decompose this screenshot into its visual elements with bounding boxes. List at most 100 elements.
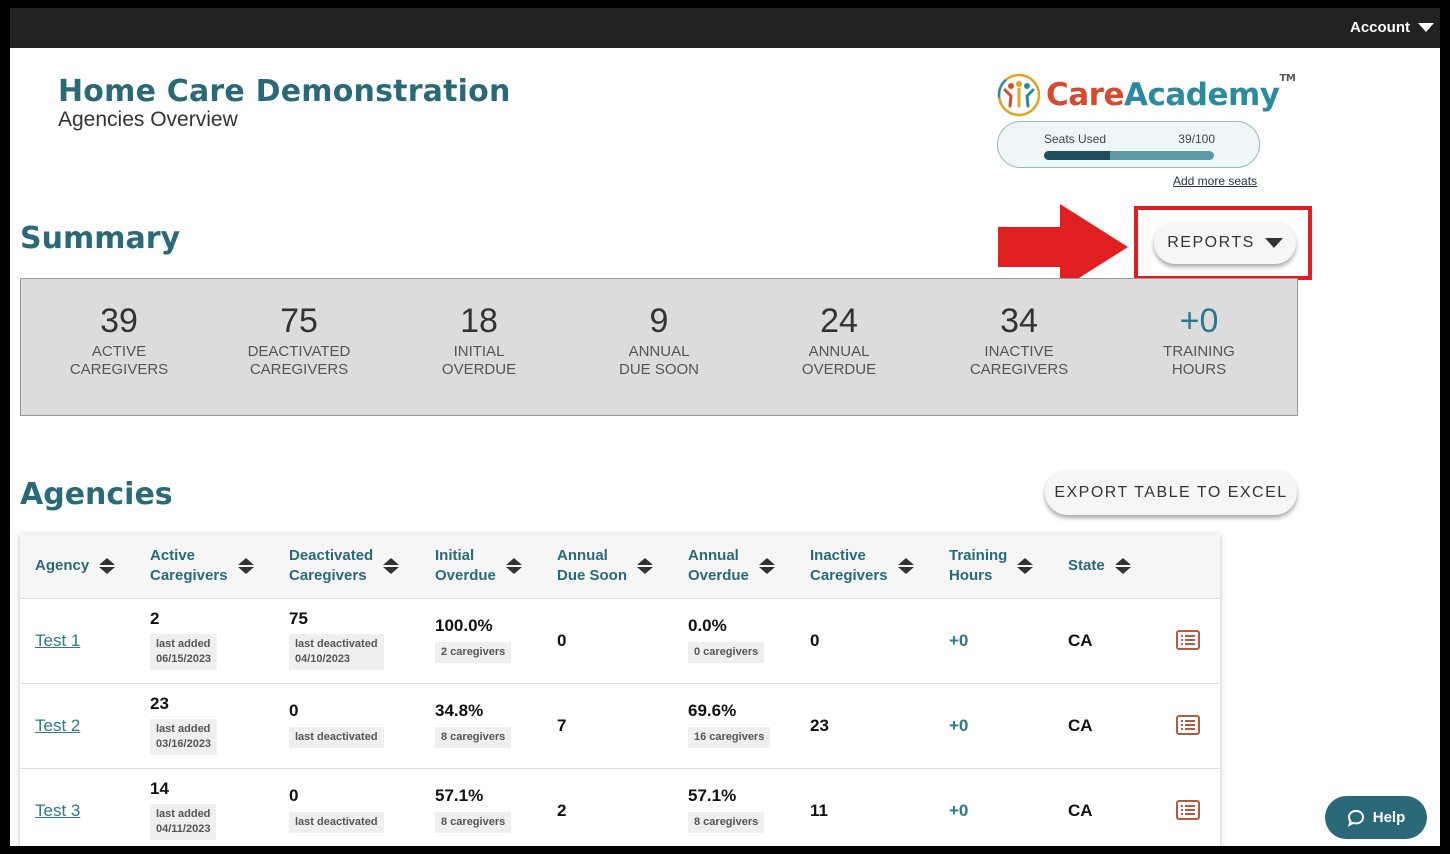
column-label: State bbox=[1068, 557, 1105, 574]
stat-label: ACTIVE CAREGIVERS bbox=[29, 343, 209, 379]
inactive-caregivers-value: 0 bbox=[810, 631, 820, 650]
agency-report-icon[interactable] bbox=[1176, 630, 1200, 650]
column-header-agency[interactable]: Agency bbox=[35, 534, 116, 598]
initial-overdue-cell: 57.1% 8 caregivers bbox=[435, 786, 512, 833]
column-header-deactivated-caregivers[interactable]: Deactivated Caregivers bbox=[289, 534, 400, 598]
caret-down-icon bbox=[1418, 23, 1434, 32]
stat-value: 24 bbox=[820, 302, 858, 340]
column-header-training-hours[interactable]: Training Hours bbox=[949, 534, 1034, 598]
stat-label-line2: CAREGIVERS bbox=[969, 361, 1069, 378]
deactivated-count: 0 bbox=[289, 786, 299, 805]
sort-icon bbox=[99, 558, 116, 574]
column-header-initial-overdue[interactable]: Initial Overdue bbox=[435, 534, 522, 598]
account-menu[interactable]: Account bbox=[1350, 19, 1434, 36]
stat-annual-due-soon: 9 ANNUAL DUE SOON bbox=[569, 279, 749, 415]
sort-icon bbox=[897, 558, 914, 574]
sort-icon bbox=[758, 558, 775, 574]
seats-progress-bar bbox=[1044, 151, 1214, 160]
caregivers-count-chip: 8 caregivers bbox=[688, 812, 765, 833]
agency-report-icon[interactable] bbox=[1176, 800, 1200, 820]
caregivers-count-chip: 0 caregivers bbox=[688, 642, 765, 663]
annual-overdue-percent: 0.0% bbox=[688, 616, 727, 635]
agencies-heading: Agencies bbox=[20, 477, 173, 512]
table-row: Test 2 23 last added 03/16/2023 0 last de… bbox=[20, 683, 1220, 768]
stat-label-line1: DEACTIVATED bbox=[247, 343, 351, 360]
help-button[interactable]: Help bbox=[1325, 796, 1427, 839]
stat-label: INACTIVE CAREGIVERS bbox=[929, 343, 1109, 379]
trademark-mark: TM bbox=[1279, 73, 1296, 84]
annual-due-soon-value: 2 bbox=[557, 801, 567, 820]
column-header-inactive-caregivers[interactable]: Inactive Caregivers bbox=[810, 534, 914, 598]
stat-label-line1: INITIAL bbox=[453, 343, 505, 360]
inactive-caregivers-value: 11 bbox=[810, 801, 828, 820]
stat-label-line1: ACTIVE bbox=[91, 343, 147, 360]
stat-value: 9 bbox=[649, 302, 669, 340]
stat-value: +0 bbox=[1179, 302, 1219, 340]
annual-due-soon-value: 0 bbox=[557, 631, 567, 650]
reports-label: REPORTS bbox=[1167, 234, 1255, 251]
reports-dropdown-button[interactable]: REPORTS bbox=[1154, 222, 1296, 264]
seats-used-label: Seats Used bbox=[1044, 132, 1107, 146]
stat-deactivated-caregivers: 75 DEACTIVATED CAREGIVERS bbox=[209, 279, 389, 415]
last-added-chip: last added 06/15/2023 bbox=[150, 634, 218, 670]
column-header-annual-due-soon[interactable]: Annual Due Soon bbox=[557, 534, 653, 598]
table-header: Agency Active Caregivers Deactivated Careg… bbox=[20, 534, 1220, 598]
brand-name-care: Care bbox=[1046, 77, 1124, 113]
app-window: Account Home Care Demonstration Agencies… bbox=[10, 8, 1440, 846]
stat-inactive-caregivers: 34 INACTIVE CAREGIVERS bbox=[929, 279, 1109, 415]
stat-label-line1: INACTIVE bbox=[984, 343, 1054, 360]
seats-used-value: 39/100 bbox=[1178, 132, 1215, 146]
stat-label-line1: ANNUAL bbox=[808, 343, 870, 360]
stat-label-line2: OVERDUE bbox=[801, 361, 877, 378]
last-deactivated-chip: last deactivated bbox=[289, 727, 384, 748]
chat-bubble-icon bbox=[1347, 809, 1364, 827]
sort-icon bbox=[637, 558, 653, 574]
column-label: Inactive Caregivers bbox=[810, 547, 888, 584]
stat-label: ANNUAL DUE SOON bbox=[569, 343, 749, 379]
column-label: Active Caregivers bbox=[150, 547, 228, 584]
sort-icon bbox=[1114, 558, 1131, 574]
initial-overdue-cell: 34.8% 8 caregivers bbox=[435, 701, 512, 748]
agency-link[interactable]: Test 1 bbox=[35, 631, 80, 651]
stat-annual-overdue: 24 ANNUAL OVERDUE bbox=[749, 279, 929, 415]
brand-name-academy: Academy bbox=[1123, 77, 1280, 113]
add-more-seats-link[interactable]: Add more seats bbox=[1173, 174, 1257, 188]
training-hours-value: +0 bbox=[949, 801, 969, 820]
agency-link[interactable]: Test 2 bbox=[35, 716, 80, 736]
care-academy-logo-icon bbox=[997, 73, 1041, 117]
export-table-button[interactable]: EXPORT TABLE TO EXCEL bbox=[1045, 470, 1297, 515]
column-header-annual-overdue[interactable]: Annual Overdue bbox=[688, 534, 775, 598]
state-value: CA bbox=[1068, 801, 1093, 820]
last-added-chip: last added 03/16/2023 bbox=[150, 719, 218, 755]
brand-name: CareAcademyTM bbox=[1046, 73, 1296, 113]
column-header-state[interactable]: State bbox=[1068, 534, 1131, 598]
stat-label-line1: ANNUAL bbox=[628, 343, 690, 360]
column-label: Agency bbox=[35, 557, 90, 574]
stat-label-line2: CAREGIVERS bbox=[249, 361, 349, 378]
stat-label: ANNUAL OVERDUE bbox=[749, 343, 929, 379]
seats-used-panel: Seats Used 39/100 bbox=[997, 121, 1260, 168]
training-hours-value: +0 bbox=[949, 716, 969, 735]
stat-label: INITIAL OVERDUE bbox=[389, 343, 569, 379]
stat-label-line2: HOURS bbox=[1171, 361, 1227, 378]
stat-training-hours: +0 TRAINING HOURS bbox=[1109, 279, 1289, 415]
annual-due-soon-value: 7 bbox=[557, 716, 567, 735]
summary-stats-panel: 39 ACTIVE CAREGIVERS 75 DEACTIVATED CAREGI… bbox=[20, 278, 1298, 416]
annual-overdue-cell: 57.1% 8 caregivers bbox=[688, 786, 765, 833]
column-header-active-caregivers[interactable]: Active Caregivers bbox=[150, 534, 254, 598]
stat-initial-overdue: 18 INITIAL OVERDUE bbox=[389, 279, 569, 415]
stat-label-line1: TRAINING bbox=[1163, 343, 1235, 360]
column-label: Deactivated Caregivers bbox=[289, 547, 374, 584]
sort-icon bbox=[1017, 558, 1034, 574]
agency-report-icon[interactable] bbox=[1176, 715, 1200, 735]
summary-heading: Summary bbox=[20, 221, 181, 256]
stat-value: 18 bbox=[460, 302, 498, 340]
stat-label-line2: CAREGIVERS bbox=[69, 361, 169, 378]
agencies-table: Agency Active Caregivers Deactivated Careg… bbox=[20, 534, 1220, 846]
last-deactivated-chip: last deactivated bbox=[289, 812, 384, 833]
deactivated-count: 75 bbox=[289, 609, 308, 628]
stat-active-caregivers: 39 ACTIVE CAREGIVERS bbox=[29, 279, 209, 415]
active-count: 14 bbox=[150, 779, 169, 798]
annual-overdue-percent: 57.1% bbox=[688, 786, 737, 805]
agency-link[interactable]: Test 3 bbox=[35, 801, 80, 821]
